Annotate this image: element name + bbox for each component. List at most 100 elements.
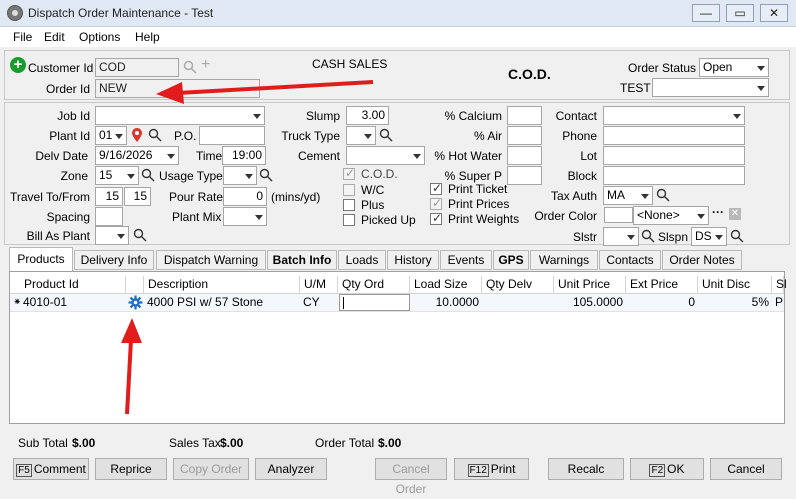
cell-um[interactable]: CY xyxy=(300,294,338,311)
time-input[interactable]: 19:00 xyxy=(222,146,266,165)
truck-type-select[interactable] xyxy=(346,126,376,145)
bill-as-plant-search-icon[interactable] xyxy=(133,228,147,242)
contact-select[interactable] xyxy=(603,106,745,125)
tab-loads[interactable]: Loads xyxy=(338,250,386,270)
menu-help[interactable]: Help xyxy=(135,30,160,44)
recalc-button[interactable]: Recalc xyxy=(548,458,624,480)
tab-events[interactable]: Events xyxy=(440,250,492,270)
slspn-select[interactable]: DS xyxy=(691,227,727,246)
col-unit-disc[interactable]: Unit Disc xyxy=(698,276,772,293)
col-sl[interactable]: Sl xyxy=(772,276,787,293)
tab-order-notes[interactable]: Order Notes xyxy=(662,250,742,270)
tab-batch-info[interactable]: Batch Info xyxy=(267,250,337,270)
cancel-order-button[interactable]: Cancel Order xyxy=(375,458,447,496)
close-button[interactable]: ✕ xyxy=(760,4,788,22)
cell-unit-disc[interactable]: 5% xyxy=(698,294,772,311)
order-color-more-button[interactable]: ··· xyxy=(712,205,724,219)
customer-id-input[interactable]: COD xyxy=(95,58,179,77)
cell-qty-delv[interactable] xyxy=(482,294,554,311)
col-qty-ord[interactable]: Qty Ord xyxy=(338,276,410,293)
usage-type-select[interactable] xyxy=(223,166,257,185)
cancel-button[interactable]: Cancel xyxy=(710,458,782,480)
print-button[interactable]: F12 Print xyxy=(454,458,529,480)
plant-search-icon[interactable] xyxy=(148,128,162,142)
order-id-input[interactable]: NEW xyxy=(95,79,260,98)
travel-from-input[interactable]: 15 xyxy=(124,187,151,206)
zone-search-icon[interactable] xyxy=(141,168,155,182)
ok-button[interactable]: F2 OK xyxy=(630,458,704,480)
usage-type-search-icon[interactable] xyxy=(259,168,273,182)
customer-search-icon[interactable] xyxy=(183,60,197,74)
tab-warnings[interactable]: Warnings xyxy=(530,250,598,270)
job-id-select[interactable] xyxy=(95,106,265,125)
print-prices-checkbox[interactable]: ✓ xyxy=(430,196,442,210)
travel-to-input[interactable]: 15 xyxy=(95,187,123,206)
col-description[interactable]: Description xyxy=(144,276,300,293)
lot-input[interactable] xyxy=(603,146,745,165)
slstr-select[interactable] xyxy=(603,227,639,246)
pour-rate-input[interactable]: 0 xyxy=(223,187,267,206)
order-color-select[interactable]: <None> xyxy=(633,206,709,225)
tax-auth-search-icon[interactable] xyxy=(656,188,670,202)
phone-input[interactable] xyxy=(603,126,745,145)
cod-checkbox[interactable]: ✓ xyxy=(343,166,355,180)
col-um[interactable]: U/M xyxy=(300,276,338,293)
wc-checkbox[interactable] xyxy=(343,184,355,196)
tab-gps[interactable]: GPS xyxy=(493,250,529,270)
cell-qty-ord-editor[interactable] xyxy=(339,294,410,311)
analyzer-button[interactable]: Analyzer xyxy=(255,458,327,480)
print-ticket-checkbox[interactable]: ✓ xyxy=(430,181,442,195)
picked-up-checkbox[interactable] xyxy=(343,214,355,226)
col-product-id[interactable]: Product Id xyxy=(20,276,126,293)
hot-water-input[interactable] xyxy=(507,146,542,165)
menu-options[interactable]: Options xyxy=(79,30,120,44)
cement-select[interactable] xyxy=(346,146,425,165)
calcium-input[interactable] xyxy=(507,106,542,125)
customer-add-icon[interactable]: + xyxy=(201,56,210,74)
air-input[interactable] xyxy=(507,126,542,145)
add-customer-icon[interactable]: + xyxy=(10,57,26,73)
gear-icon[interactable] xyxy=(128,295,143,310)
order-color-swatch[interactable] xyxy=(604,207,633,223)
cell-description[interactable]: 4000 PSI w/ 57 Stone xyxy=(144,294,300,311)
col-load-size[interactable]: Load Size xyxy=(410,276,482,293)
col-ext-price[interactable]: Ext Price xyxy=(626,276,698,293)
super-p-input[interactable] xyxy=(507,166,542,185)
comment-button[interactable]: F5 Comment xyxy=(13,458,89,480)
col-unit-price[interactable]: Unit Price xyxy=(554,276,626,293)
menu-edit[interactable]: Edit xyxy=(44,30,65,44)
bill-as-plant-select[interactable] xyxy=(95,226,129,245)
spacing-input[interactable] xyxy=(95,207,123,226)
cell-product-id[interactable]: 4010-01 xyxy=(20,294,126,311)
menu-file[interactable]: File xyxy=(13,30,32,44)
tab-contacts[interactable]: Contacts xyxy=(599,250,661,270)
tab-history[interactable]: History xyxy=(387,250,439,270)
print-weights-checkbox[interactable]: ✓ xyxy=(430,211,442,225)
order-status-select[interactable]: Open xyxy=(699,58,769,77)
po-input[interactable] xyxy=(199,126,265,145)
maximize-button[interactable]: ▭ xyxy=(726,4,754,22)
delv-date-picker[interactable]: 9/16/2026 xyxy=(95,146,179,165)
test-select[interactable] xyxy=(652,78,769,97)
truck-type-search-icon[interactable] xyxy=(379,128,393,142)
cell-sl[interactable]: P xyxy=(772,294,784,311)
tab-delivery-info[interactable]: Delivery Info xyxy=(74,250,154,270)
plant-id-select[interactable]: 01 xyxy=(95,126,127,145)
cell-unit-price[interactable]: 105.0000 xyxy=(554,294,626,311)
plant-mix-select[interactable] xyxy=(223,207,267,226)
plus-checkbox[interactable] xyxy=(343,199,355,211)
zone-select[interactable]: 15 xyxy=(95,166,139,185)
slstr-search-icon[interactable] xyxy=(641,229,655,243)
map-pin-icon[interactable] xyxy=(131,127,143,143)
copy-order-button[interactable]: Copy Order xyxy=(173,458,249,480)
tab-dispatch-warning[interactable]: Dispatch Warning xyxy=(156,250,266,270)
cell-load-size[interactable]: 10.0000 xyxy=(410,294,482,311)
cell-ext-price[interactable]: 0 xyxy=(626,294,698,311)
block-input[interactable] xyxy=(603,166,745,185)
clear-color-icon[interactable]: ✕ xyxy=(729,208,741,220)
tax-auth-select[interactable]: MA xyxy=(603,186,653,205)
slspn-search-icon[interactable] xyxy=(730,229,744,243)
reprice-button[interactable]: Reprice xyxy=(95,458,167,480)
minimize-button[interactable]: — xyxy=(692,4,720,22)
tab-products[interactable]: Products xyxy=(9,247,73,271)
